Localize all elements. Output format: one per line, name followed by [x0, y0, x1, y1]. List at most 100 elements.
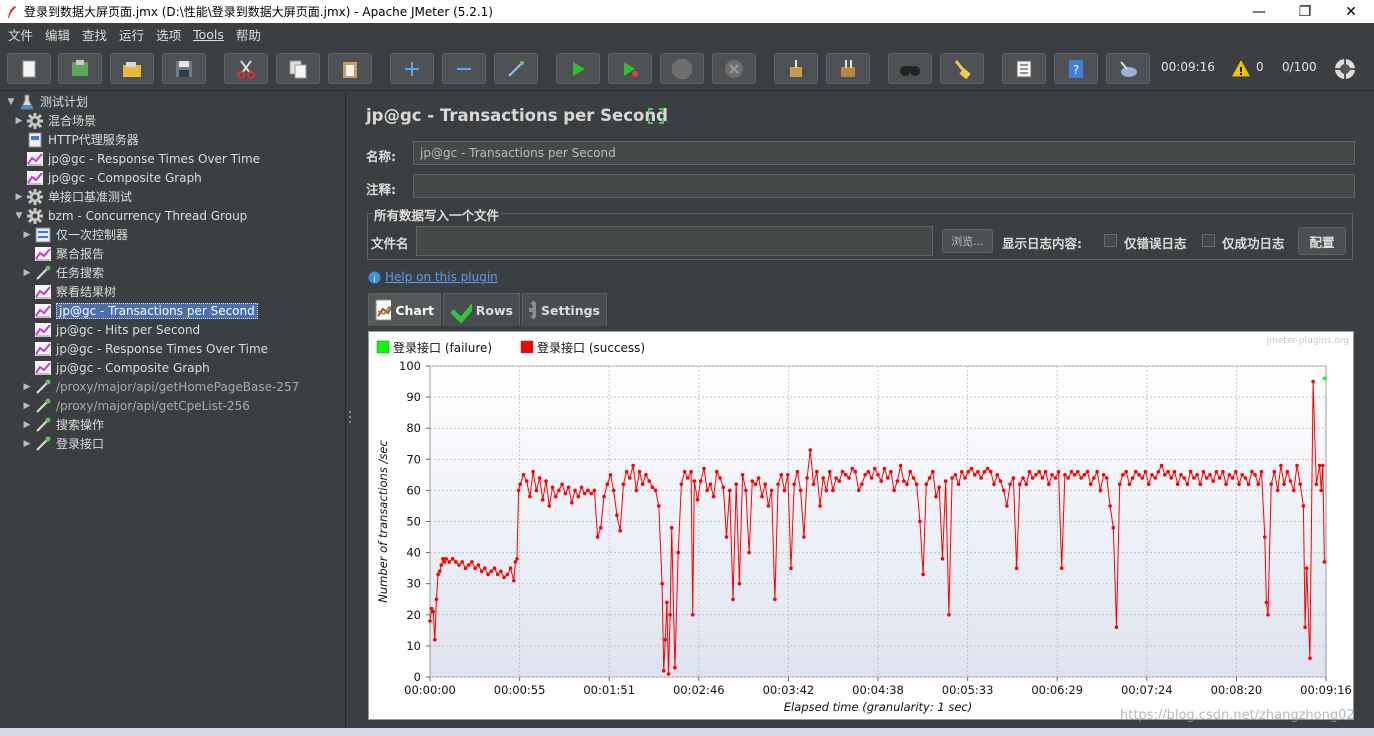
data-point	[515, 557, 519, 561]
chevron-right-icon[interactable]: ▶	[22, 401, 32, 411]
new-button[interactable]	[7, 53, 51, 84]
templates-button[interactable]	[58, 53, 102, 84]
comment-field[interactable]	[413, 174, 1355, 198]
configure-button[interactable]: 配置	[1298, 227, 1346, 255]
data-point	[531, 469, 535, 474]
data-point	[882, 466, 887, 471]
chevron-right-icon[interactable]: ▶	[22, 439, 32, 449]
tree-item-get-cpe-list[interactable]: ▶ /proxy/major/api/getCpeList-256	[22, 396, 250, 415]
data-point	[454, 560, 458, 564]
tree-item-response-times-over-time-2[interactable]: jp@gc - Response Times Over Time	[22, 339, 268, 358]
menu-help[interactable]: 帮助	[230, 25, 267, 44]
data-point	[553, 494, 558, 499]
data-point	[444, 557, 448, 561]
menu-file[interactable]: 文件	[2, 25, 39, 44]
chevron-down-icon[interactable]: ▼	[6, 97, 16, 107]
reset-search-button[interactable]	[940, 53, 984, 84]
tree-item-response-times-over-time-1[interactable]: jp@gc - Response Times Over Time	[14, 149, 260, 168]
tree-item-composite-graph-1[interactable]: jp@gc - Composite Graph	[14, 168, 202, 187]
menu-search[interactable]: 查找	[76, 25, 113, 44]
data-point	[1117, 482, 1122, 486]
start-no-pause-button[interactable]	[608, 53, 652, 84]
tree-item-get-home-page-base[interactable]: ▶ /proxy/major/api/getHomePageBase-257	[22, 377, 299, 396]
tree-item-http-proxy-server[interactable]: HTTP代理服务器	[14, 130, 139, 149]
log-content-label: 显示日志内容:	[1002, 236, 1082, 251]
expand-icon[interactable]	[648, 108, 664, 124]
tab-settings[interactable]: Settings	[522, 293, 607, 326]
menu-options[interactable]: 选项	[150, 25, 187, 44]
tree-item-view-results-tree[interactable]: 察看结果树	[22, 282, 116, 301]
chevron-down-icon[interactable]: ▼	[14, 211, 24, 221]
help-link[interactable]: Help on this plugin	[385, 270, 498, 284]
clear-all-button[interactable]	[826, 53, 870, 84]
chevron-right-icon[interactable]: ▶	[22, 420, 32, 430]
data-point	[727, 488, 732, 493]
tree-item-single-api-baseline[interactable]: ▶ 单接口基准测试	[14, 187, 132, 206]
start-button[interactable]	[556, 53, 600, 84]
copy-button[interactable]	[276, 53, 320, 84]
tree-item-label: 察看结果树	[56, 285, 117, 299]
data-point	[479, 569, 484, 574]
tree-item-concurrency-thread-group[interactable]: ▼ bzm - Concurrency Thread Group	[14, 206, 247, 225]
tree-item-hits-per-second[interactable]: jp@gc - Hits per Second	[22, 320, 200, 339]
browse-button[interactable]: 浏览...	[942, 229, 993, 253]
play-no-timer-icon	[624, 61, 638, 77]
data-point	[586, 488, 590, 493]
tree-item-once-only-controller[interactable]: ▶ 仅一次控制器	[22, 225, 128, 244]
collapse-all-button[interactable]	[442, 53, 486, 84]
x-tick-label: 00:03:42	[763, 683, 815, 697]
toggle-button[interactable]	[494, 53, 538, 84]
cut-button[interactable]	[224, 53, 268, 84]
minimize-button[interactable]: —	[1236, 0, 1282, 23]
name-field[interactable]	[413, 141, 1355, 165]
tree-item-transactions-per-second[interactable]: jp@gc - Transactions per Second	[22, 301, 258, 320]
comment-label: 注释:	[366, 182, 396, 197]
function-helper-button[interactable]	[1002, 53, 1046, 84]
success-only-checkbox[interactable]	[1202, 234, 1215, 247]
tree-item-task-search[interactable]: ▶ 任务搜索	[22, 263, 104, 282]
split-pane-divider[interactable]	[346, 92, 354, 728]
clear-button[interactable]	[774, 53, 818, 84]
tree-item-label: HTTP代理服务器	[48, 133, 139, 147]
stop-button[interactable]	[660, 53, 704, 84]
write-to-file-title: 所有数据写入一个文件	[372, 205, 502, 224]
filename-field[interactable]	[416, 226, 933, 256]
chevron-right-icon[interactable]: ▶	[22, 268, 32, 278]
chevron-right-icon[interactable]: ▶	[14, 116, 24, 126]
tree-item-login-api[interactable]: ▶ 登录接口	[22, 434, 104, 453]
save-button[interactable]	[162, 53, 206, 84]
tree-item-composite-graph-2[interactable]: jp@gc - Composite Graph	[22, 358, 210, 377]
errors-only-checkbox[interactable]	[1104, 234, 1117, 247]
data-point	[895, 479, 900, 483]
remote-button[interactable]	[1106, 53, 1150, 84]
data-point	[1208, 473, 1212, 477]
tree-item-search-operation[interactable]: ▶ 搜索操作	[22, 415, 104, 434]
y-tick-label: 50	[406, 515, 421, 529]
data-point	[618, 529, 622, 533]
paste-button[interactable]	[328, 53, 372, 84]
search-button[interactable]	[888, 53, 932, 84]
chevron-right-icon[interactable]: ▶	[22, 382, 32, 392]
open-button[interactable]	[110, 53, 154, 84]
data-point	[566, 485, 571, 490]
x-tick-label: 00:07:24	[1121, 683, 1173, 697]
expand-all-button[interactable]	[390, 53, 434, 84]
menu-edit[interactable]: 编辑	[39, 25, 76, 44]
data-point	[550, 485, 555, 490]
tab-chart[interactable]: Chart	[368, 293, 441, 326]
tab-rows[interactable]: Rows	[443, 293, 520, 326]
chevron-right-icon[interactable]: ▶	[22, 230, 32, 240]
maximize-button[interactable]: ❐	[1282, 0, 1328, 23]
data-point	[1221, 469, 1225, 474]
menu-run[interactable]: 运行	[113, 25, 150, 44]
tree-item-test-plan[interactable]: ▼ 测试计划	[6, 92, 88, 111]
shutdown-button[interactable]	[712, 53, 756, 84]
data-point	[966, 469, 970, 474]
chevron-right-icon[interactable]: ▶	[14, 192, 24, 202]
help-button[interactable]: ?	[1054, 53, 1098, 84]
menu-tools[interactable]: Tools	[187, 27, 230, 42]
warning-icon[interactable]: !	[1230, 58, 1252, 78]
close-button[interactable]: ✕	[1328, 0, 1374, 23]
tree-item-mixed-scenario[interactable]: ▶ 混合场景	[14, 111, 96, 130]
tree-item-aggregate-report[interactable]: 聚合报告	[22, 244, 104, 263]
